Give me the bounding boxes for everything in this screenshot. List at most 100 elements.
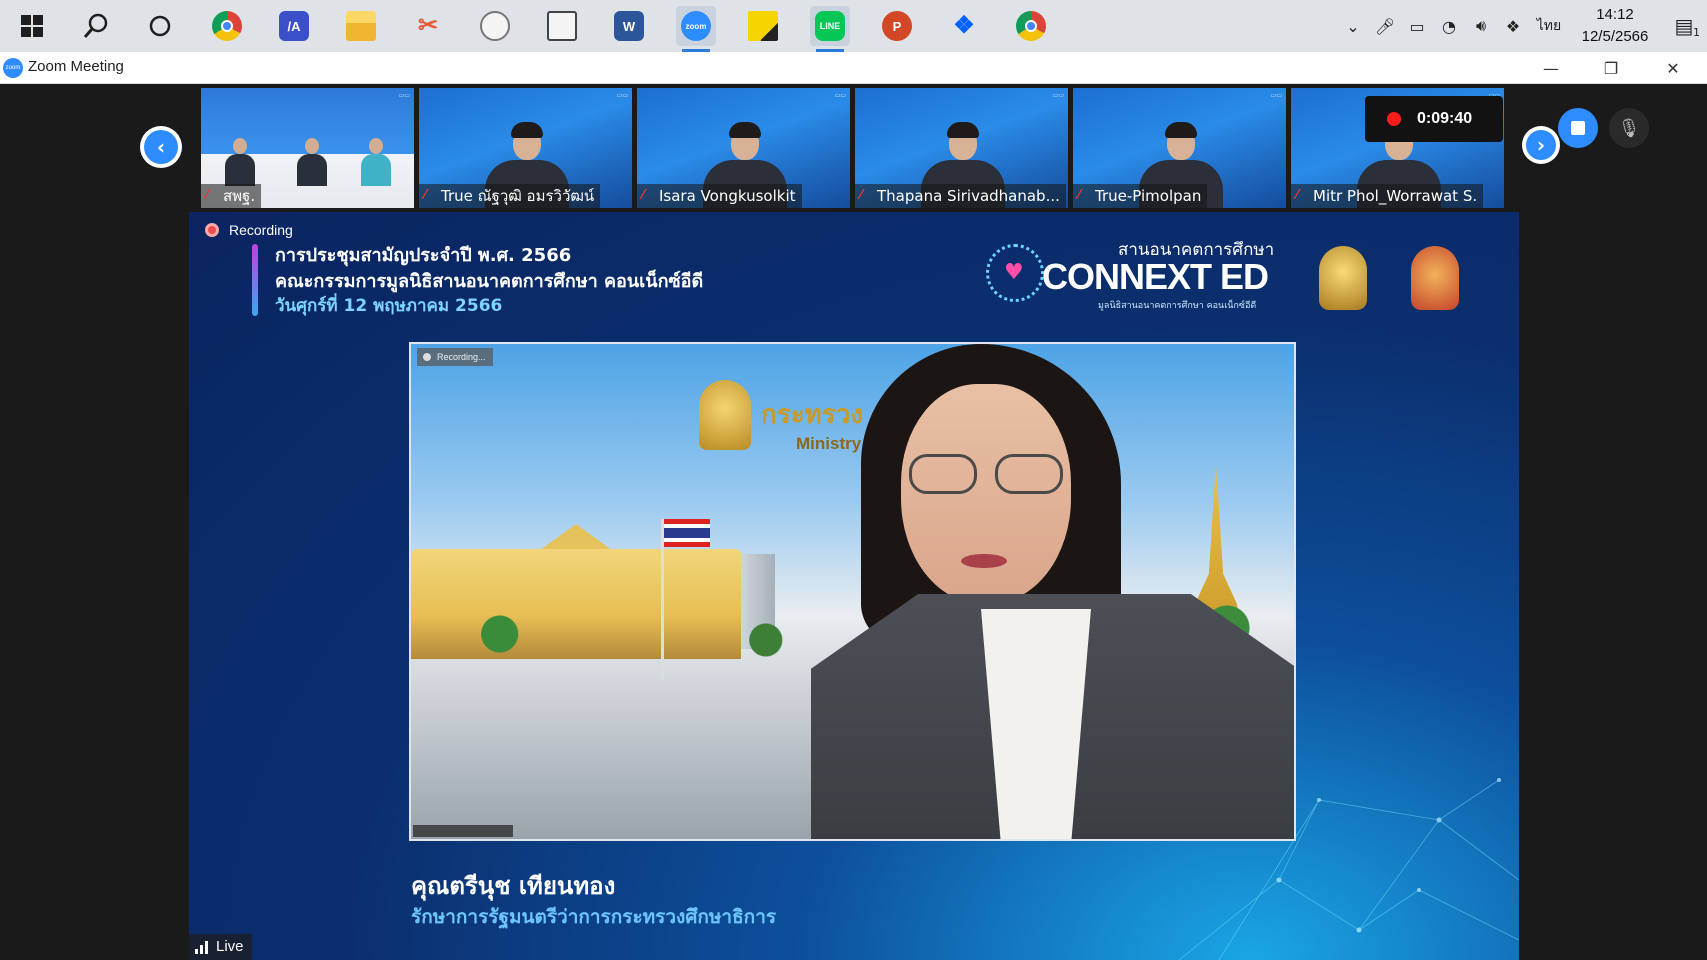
connext-ed-logo: ♥ สานอนาคตการศึกษา CONNEXT ED มูลนิธิสาน… <box>986 234 1276 314</box>
participant-name: ⁄ Isara Vongkusolkit <box>637 184 802 208</box>
taskbar-app-ai[interactable]: /A <box>274 6 314 46</box>
close-button[interactable]: ✕ <box>1650 52 1696 84</box>
mic-muted-button[interactable]: 🎙︎ <box>1609 108 1649 148</box>
system-tray: ⌄ 🎤︎ ▭ ◔ 🔊︎ ❖ ไทย 14:12 12/5/2566 ▤ 1 <box>1337 0 1707 52</box>
language-indicator[interactable]: ไทย <box>1532 13 1566 39</box>
participant-name: ⁄ True-Pimolpan <box>1073 184 1208 208</box>
taskbar-start[interactable] <box>12 6 52 46</box>
participant-name: ⁄ True ณัฐวุฒิ อมรวิวัฒน์ <box>419 184 601 208</box>
zoom-icon: zoom <box>681 11 711 41</box>
chrome-icon <box>212 11 242 41</box>
taskbar-zoom-label: zoom <box>685 21 707 31</box>
slide-title: การประชุมสามัญประจำปี พ.ศ. 2566 <box>275 245 572 266</box>
taskbar-powerpoint-label: P <box>892 18 902 34</box>
video-recording-badge: Recording... <box>417 348 493 366</box>
notifications-icon[interactable]: ▤ 1 <box>1664 13 1704 39</box>
windows-taskbar: /A ✂ Wzoom LINE P ❖ ⌄ 🎤︎ ▭ ◔ 🔊︎ ❖ ไทย 14:12 1… <box>0 0 1707 52</box>
taskbar-chrome-profile[interactable] <box>1011 6 1051 46</box>
mic-off-icon: ⁄ <box>1296 188 1299 203</box>
clock[interactable]: 14:12 12/5/2566 <box>1569 4 1661 48</box>
chrome-profile-icon <box>1016 11 1046 41</box>
heart-icon: ♥ <box>1004 260 1024 285</box>
stop-recording-button[interactable] <box>1558 108 1598 148</box>
ai-app-icon: /A <box>279 11 309 41</box>
chevron-right-icon: › <box>1526 130 1556 160</box>
next-participants-button[interactable]: › <box>1522 126 1560 164</box>
participant-logo-tag: ▭▭ <box>1052 92 1064 99</box>
microphone-icon[interactable]: 🎤︎ <box>1372 13 1398 39</box>
line-icon: LINE <box>815 11 845 41</box>
participant-name: ⁄ Thapana Sirivadhanab... <box>855 184 1066 208</box>
participant-tile[interactable]: ▭▭ ⁄ Isara Vongkusolkit <box>637 88 850 208</box>
word-icon: W <box>614 11 644 41</box>
recording-time: 0:09:40 <box>1417 110 1473 127</box>
chevron-up-icon[interactable]: ⌄ <box>1340 13 1366 39</box>
recording-text: Recording <box>229 222 293 238</box>
participant-tile[interactable]: ▭▭ ⁄ True-Pimolpan <box>1073 88 1286 208</box>
restore-button[interactable]: ❐ <box>1588 52 1634 84</box>
taskbar-zoom[interactable]: zoom <box>676 6 716 52</box>
battery-icon[interactable]: ▭ <box>1404 13 1430 39</box>
zoom-title-bar: zoom Zoom Meeting — ❐ ✕ <box>0 52 1707 84</box>
participant-logo-tag: ▭▭ <box>616 92 628 99</box>
taskbar-line[interactable]: LINE <box>810 6 850 52</box>
calculator-icon <box>547 11 577 41</box>
taskbar-word[interactable]: W <box>609 6 649 46</box>
mic-off-icon: ⁄ <box>1078 188 1081 203</box>
participant-tile[interactable]: ▭▭ ⁄ True ณัฐวุฒิ อมรวิวัฒน์ <box>419 88 632 208</box>
window-title: Zoom Meeting <box>28 58 124 75</box>
taskbar-search[interactable] <box>76 6 116 46</box>
wifi-icon[interactable]: ◔ <box>1436 13 1462 39</box>
taskbar-word-label: W <box>622 18 636 34</box>
zoom-logo-icon: zoom <box>3 58 23 78</box>
clock-time: 14:12 <box>1596 6 1634 23</box>
participant-tile[interactable]: ▭▭ ⁄ Thapana Sirivadhanab... <box>855 88 1068 208</box>
minimize-button[interactable]: — <box>1528 52 1574 84</box>
taskbar-sticky-notes[interactable] <box>743 6 783 46</box>
recording-dot-icon <box>1387 112 1401 126</box>
mic-off-icon: 🎙︎ <box>1617 117 1641 139</box>
thai-flag-icon <box>664 519 710 547</box>
search-icon <box>81 11 111 41</box>
folder-icon <box>346 11 376 41</box>
taskbar-file-explorer[interactable] <box>341 6 381 46</box>
sticky-note-icon <box>748 11 778 41</box>
taskbar-powerpoint[interactable]: P <box>877 6 917 46</box>
clock-icon <box>480 11 510 41</box>
obec-emblem-icon <box>1411 246 1459 310</box>
participant-logo-tag: ▭▭ <box>1270 92 1282 99</box>
volume-icon[interactable]: 🔊︎ <box>1468 13 1494 39</box>
meeting-area: ‹ ▭▭ ⁄ สพฐ. ▭▭ ⁄ True ณัฐวุฒิ อมรวิวัฒน์ ▭▭ ⁄ Is… <box>0 84 1707 960</box>
cortana-icon <box>145 11 175 41</box>
taskbar-dropbox[interactable]: ❖ <box>944 6 984 46</box>
stop-icon <box>1571 121 1585 135</box>
taskbar-task-view[interactable] <box>140 6 180 46</box>
recording-icon <box>205 223 219 237</box>
dropbox-icon: ❖ <box>953 12 975 39</box>
windows-logo-icon <box>17 11 47 41</box>
mic-off-icon: ⁄ <box>424 188 427 203</box>
slide-subtitle: คณะกรรมการมูลนิธิสานอนาคตการศึกษา คอนเน็… <box>275 271 704 292</box>
powerpoint-icon: P <box>882 11 912 41</box>
taskbar-snipping[interactable]: ✂ <box>408 6 448 46</box>
prev-participants-button[interactable]: ‹ <box>140 126 182 168</box>
brand-wordmark: CONNEXT ED <box>1042 256 1269 297</box>
dropbox-tray-icon[interactable]: ❖ <box>1500 13 1526 39</box>
participant-tile[interactable]: ▭▭ ⁄ สพฐ. <box>201 88 414 208</box>
network-decoration <box>1178 778 1519 960</box>
brand-small-text: มูลนิธิสานอนาคตการศึกษา คอนเน็กซ์อีดี <box>1098 301 1257 311</box>
chevron-left-icon: ‹ <box>144 130 178 164</box>
signal-bars-icon <box>195 940 210 954</box>
slide-date: วันศุกร์ที่ 12 พฤษภาคม 2566 <box>275 296 503 316</box>
speaker-name: คุณตรีนุช เทียนทอง <box>411 872 616 900</box>
live-indicator[interactable]: Live <box>189 934 252 960</box>
taskbar-alarms[interactable] <box>475 6 515 46</box>
taskbar-calculator[interactable] <box>542 6 582 46</box>
recording-label: Recording <box>205 222 293 238</box>
taskbar-chrome[interactable] <box>207 6 247 46</box>
ministry-seal-icon <box>699 380 751 450</box>
video-signal-bar <box>413 825 513 837</box>
mic-off-icon: ⁄ <box>860 188 863 203</box>
notification-count: 1 <box>1693 26 1700 39</box>
participant-name: ⁄ สพฐ. <box>201 184 262 208</box>
